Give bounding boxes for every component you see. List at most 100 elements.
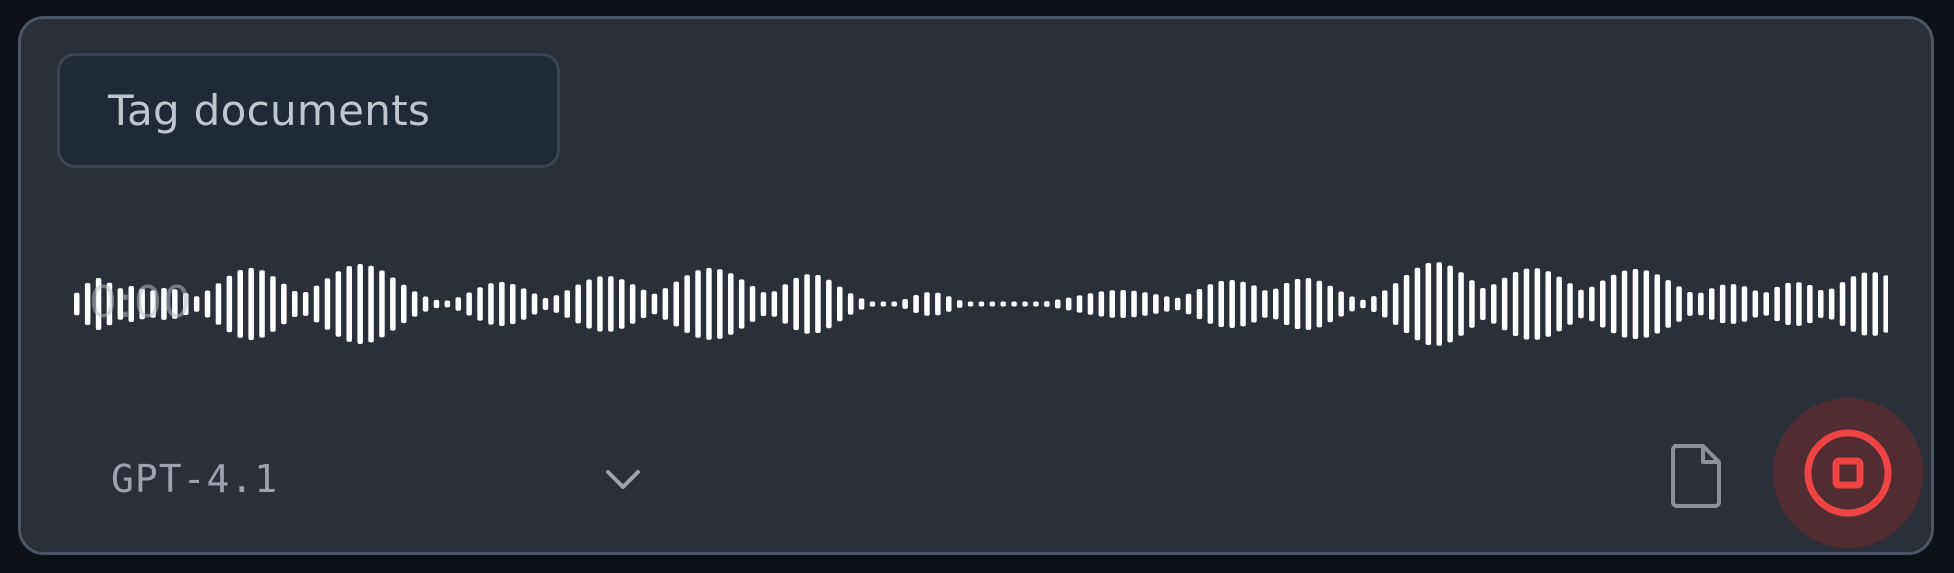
waveform-bar [368,265,374,343]
waveform-bar [346,266,352,342]
waveform-bar [357,264,363,344]
waveform-bar [401,284,407,324]
waveform-bar [619,279,625,329]
waveform-bar [586,279,592,329]
waveform-bar [608,276,614,332]
waveform-bar [662,288,669,320]
waveform-bar [1872,272,1878,336]
waveform-bar [815,275,821,333]
waveform-bar [531,293,538,315]
waveform-bar [1556,276,1562,332]
waveform-bar [1665,280,1671,328]
waveform-bar [1098,291,1105,317]
waveform-bar [924,292,930,316]
waveform-bar [499,282,505,326]
waveform-bar [1436,262,1442,346]
waveform-bar [520,288,527,320]
waveform-bar [1741,286,1748,322]
waveform-bar [1676,286,1682,322]
attach-file-button[interactable] [1661,431,1731,521]
waveform-bar [978,301,985,307]
waveform-bar [204,290,211,318]
waveform-bar [1807,285,1813,324]
waveform-bar [1371,296,1377,312]
waveform-bar [1480,288,1486,320]
waveform-bar [1610,274,1617,334]
waveform-bar [1730,284,1737,324]
waveform-bar [1861,272,1868,336]
waveform-bar [1033,301,1039,307]
waveform-bar [335,271,342,337]
waveform-bar [1011,301,1017,307]
waveform-bar [1523,268,1530,340]
waveform-bar [728,273,734,335]
waveform-bar [1501,277,1508,331]
waveform-bar [1022,301,1028,307]
model-selector[interactable]: GPT-4.1 [111,444,671,514]
waveform-bar [651,293,658,315]
waveform-bar [1316,280,1323,328]
waveform-bar [215,283,222,325]
waveform-bar [553,295,560,313]
waveform-bar [1109,290,1115,318]
waveform-bar [324,278,331,330]
waveform-bar [967,301,974,307]
waveform-bar [74,292,80,316]
waveform-bar [237,270,243,338]
waveform-bar [1164,296,1170,312]
waveform-bar [226,275,233,333]
waveform-bar [1065,297,1072,311]
waveform-bar [1131,290,1137,318]
waveform-bar [1153,294,1159,314]
waveform-bar [793,277,799,331]
waveform-bar [542,298,549,310]
tag-chip-label: Tag documents [108,86,431,135]
waveform-bar [1207,284,1214,324]
waveform-bar [281,283,287,325]
waveform-bar [902,299,908,309]
waveform-bar [488,283,494,325]
waveform-bar [1360,299,1366,309]
chevron-down-icon [606,470,640,489]
waveform-bar [444,300,451,308]
waveform-bar [1643,270,1650,338]
stop-recording-button[interactable] [1773,398,1923,548]
waveform-bar [1262,290,1268,318]
waveform-bar [193,296,200,312]
waveform-bar [684,275,690,333]
waveform-bar [1327,285,1333,323]
waveform-bar [313,285,320,323]
waveform-bar [259,270,265,338]
recording-timer: 0:00 [89,277,192,328]
waveform-bar [1240,281,1246,327]
waveform-bar [1305,278,1312,330]
waveform-bar [1000,301,1006,307]
waveform-bar [1425,263,1432,345]
waveform-bar [411,291,418,317]
waveform-bar [1828,288,1835,320]
waveform-bar [1392,283,1399,325]
waveform-bar [1654,274,1660,334]
waveform-bar [782,284,788,324]
model-name: GPT-4.1 [111,457,279,501]
waveform-bar [956,300,963,308]
waveform-bar [292,291,298,317]
stop-record-icon [1804,429,1892,517]
waveform-bar [869,301,876,307]
waveform-bar [302,292,309,316]
waveform-bar [913,295,919,313]
waveform-bar [270,276,276,332]
waveform-bar [1055,299,1061,309]
tag-chip[interactable]: Tag documents [57,53,560,168]
waveform-bar [1567,283,1573,325]
waveform-bar [1491,284,1497,324]
waveform-bar [1283,283,1290,325]
waveform-bar [1600,280,1606,328]
waveform-bar [717,269,723,339]
waveform-bar [1382,290,1388,318]
waveform-bar [738,279,745,329]
waveform-bar [771,291,778,317]
waveform-bar [597,276,603,332]
waveform-bar [847,293,854,315]
waveform-bar [477,287,483,321]
